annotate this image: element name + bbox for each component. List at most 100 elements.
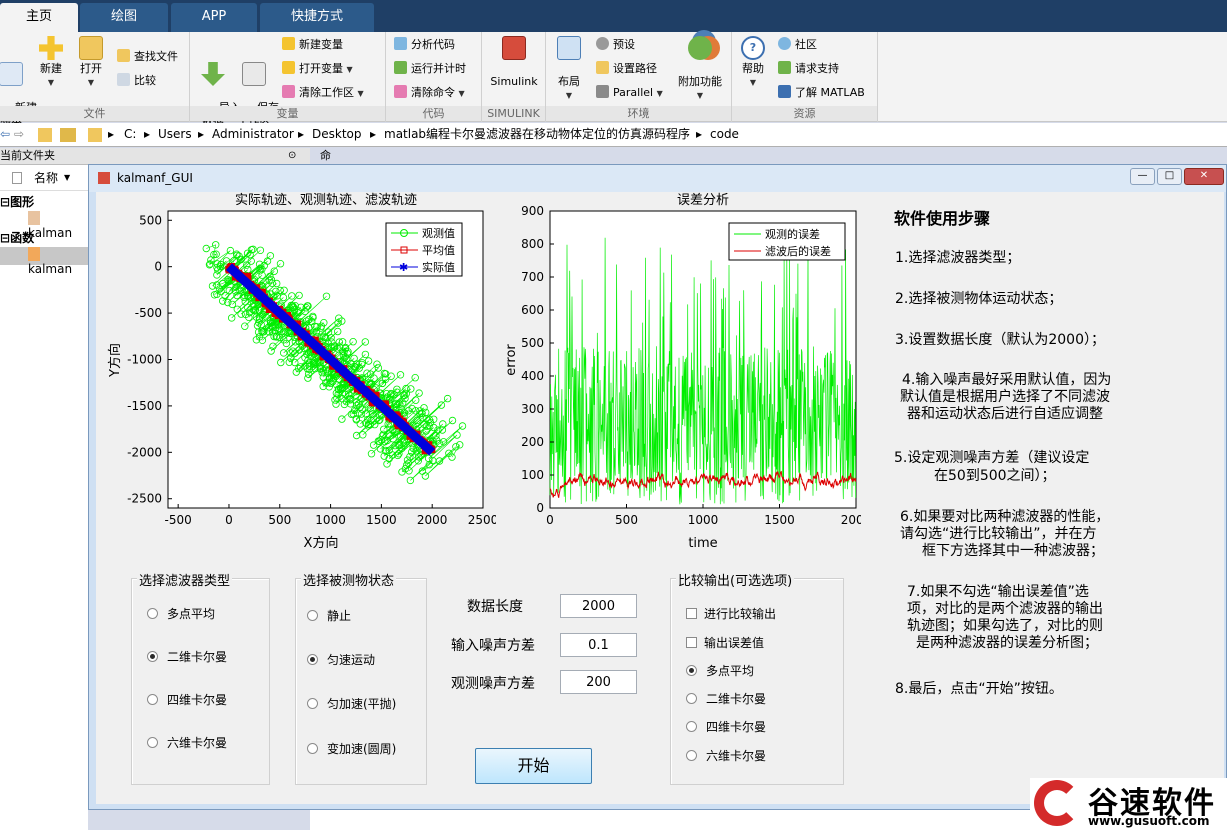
up-folder-icon[interactable] bbox=[38, 128, 52, 142]
community-button[interactable]: 社区 bbox=[778, 36, 817, 54]
open-button[interactable]: 打开 ▼ bbox=[76, 36, 106, 89]
radio-compare-2d-kalman[interactable]: 二维卡尔曼 bbox=[686, 691, 766, 707]
chevron-down-icon[interactable]: ▼ bbox=[64, 165, 70, 191]
radio-compare-multipoint[interactable]: 多点平均 bbox=[686, 663, 754, 679]
collapse-icon[interactable]: ⊟ bbox=[0, 195, 10, 209]
y-tick-label: 300 bbox=[521, 402, 544, 416]
radio-filter-4d-kalman[interactable]: 四维卡尔曼 bbox=[147, 692, 227, 708]
new-variable-button[interactable]: 新建变量 bbox=[282, 36, 343, 54]
help-step-7-line-1: 7.如果不勾选“输出误差值”选 bbox=[907, 584, 1089, 600]
file-item-selected[interactable]: kalman bbox=[0, 247, 88, 276]
path-segment[interactable]: Users bbox=[158, 123, 192, 146]
section-functions[interactable]: ⊟函数 bbox=[0, 229, 34, 246]
radio-filter-6d-kalman[interactable]: 六维卡尔曼 bbox=[147, 735, 227, 751]
checkbox-box[interactable] bbox=[686, 637, 697, 648]
simulink-button[interactable]: Simulink bbox=[490, 36, 538, 88]
radio-dot[interactable] bbox=[307, 654, 318, 665]
eraser-icon bbox=[282, 85, 295, 98]
ribbon-group-resources: ? 帮助 ▼ 社区 请求支持 了解 MATLAB 资源 bbox=[732, 32, 878, 122]
radio-motion-circular[interactable]: 变加速(圆周) bbox=[307, 741, 396, 757]
current-folder-title: 当前文件夹 bbox=[0, 149, 55, 162]
compare-label: 比较 bbox=[134, 74, 156, 87]
add-ons-button[interactable]: 附加功能 ▼ bbox=[674, 36, 726, 102]
checkbox-compare-output[interactable]: 进行比较输出 bbox=[686, 606, 776, 622]
obs-noise-input[interactable] bbox=[560, 670, 637, 694]
radio-dot[interactable] bbox=[147, 608, 158, 619]
back-arrow-icon[interactable]: ⇦ bbox=[0, 123, 10, 146]
forward-arrow-icon[interactable]: ⇨ bbox=[14, 123, 24, 146]
clear-workspace-button[interactable]: 清除工作区 ▼ bbox=[282, 84, 364, 102]
data-length-input[interactable] bbox=[560, 594, 637, 618]
tab-plots[interactable]: 绘图 bbox=[80, 3, 168, 32]
clear-commands-button[interactable]: 清除命令 ▼ bbox=[394, 84, 465, 102]
tab-shortcuts[interactable]: 快捷方式 bbox=[260, 3, 374, 32]
motion-state-title: 选择被测物状态 bbox=[301, 570, 397, 589]
radio-filter-2d-kalman[interactable]: 二维卡尔曼 bbox=[147, 649, 227, 665]
legend-observed-error: 观测的误差 bbox=[765, 227, 820, 241]
checkbox-box[interactable] bbox=[686, 608, 697, 619]
input-noise-input[interactable] bbox=[560, 633, 637, 657]
preferences-button[interactable]: 预设 bbox=[596, 36, 635, 54]
column-name[interactable]: 名称 bbox=[34, 165, 58, 191]
minimize-button[interactable]: — bbox=[1130, 168, 1155, 185]
maximize-button[interactable]: □ bbox=[1157, 168, 1182, 185]
find-files-button[interactable]: 查找文件 bbox=[117, 48, 178, 66]
radio-motion-static[interactable]: 静止 bbox=[307, 608, 351, 624]
parallel-button[interactable]: Parallel ▼ bbox=[596, 84, 663, 102]
radio-label: 六维卡尔曼 bbox=[706, 749, 767, 763]
radio-dot[interactable] bbox=[307, 743, 318, 754]
compare-icon bbox=[117, 73, 130, 86]
file-item[interactable]: kalman bbox=[28, 211, 88, 240]
radio-dot[interactable] bbox=[147, 651, 158, 662]
browse-folder-icon[interactable] bbox=[60, 128, 76, 142]
radio-dot[interactable] bbox=[307, 698, 318, 709]
radio-dot[interactable] bbox=[147, 737, 158, 748]
radio-label: 六维卡尔曼 bbox=[167, 736, 228, 750]
path-segment[interactable]: C: bbox=[124, 123, 136, 146]
request-support-button[interactable]: 请求支持 bbox=[778, 60, 839, 78]
radio-compare-6d-kalman[interactable]: 六维卡尔曼 bbox=[686, 748, 766, 764]
radio-dot[interactable] bbox=[686, 750, 697, 761]
ribbon-group-environment: 布局 ▼ 预设 设置路径 Parallel ▼ 附加功能 ▼ 环境 bbox=[546, 32, 732, 122]
start-button[interactable]: 开始 bbox=[475, 748, 592, 784]
panel-menu-icon[interactable]: ⊙ bbox=[288, 148, 296, 164]
path-segment[interactable]: Desktop bbox=[312, 123, 362, 146]
radio-motion-uniform[interactable]: 匀速运动 bbox=[307, 652, 375, 668]
find-files-icon bbox=[117, 49, 130, 62]
tab-home[interactable]: 主页 bbox=[0, 3, 78, 32]
section-figures[interactable]: ⊟图形 bbox=[0, 193, 34, 210]
path-separator: ▸ bbox=[696, 127, 703, 141]
radio-compare-4d-kalman[interactable]: 四维卡尔曼 bbox=[686, 719, 766, 735]
help-button[interactable]: ? 帮助 ▼ bbox=[738, 36, 768, 89]
radio-dot[interactable] bbox=[307, 610, 318, 621]
run-and-time-button[interactable]: 运行并计时 bbox=[394, 60, 466, 78]
close-button[interactable]: ✕ bbox=[1184, 168, 1224, 185]
compare-button[interactable]: 比较 bbox=[117, 72, 156, 90]
filter-type-title: 选择滤波器类型 bbox=[137, 570, 233, 589]
layout-button[interactable]: 布局 ▼ bbox=[554, 36, 584, 102]
open-variable-button[interactable]: 打开变量 ▼ bbox=[282, 60, 353, 78]
set-path-button[interactable]: 设置路径 bbox=[596, 60, 657, 78]
learn-matlab-button[interactable]: 了解 MATLAB bbox=[778, 84, 865, 102]
path-segment[interactable]: Administrator bbox=[212, 123, 294, 146]
radio-dot[interactable] bbox=[686, 693, 697, 704]
radio-motion-accel[interactable]: 匀加速(平抛) bbox=[307, 696, 396, 712]
radio-dot[interactable] bbox=[686, 665, 697, 676]
radio-dot[interactable] bbox=[147, 694, 158, 705]
analyze-code-button[interactable]: 分析代码 bbox=[394, 36, 455, 54]
radio-filter-multipoint[interactable]: 多点平均 bbox=[147, 606, 215, 622]
tab-apps[interactable]: APP bbox=[171, 3, 257, 32]
community-icon bbox=[778, 37, 791, 50]
checkbox-output-error[interactable]: 输出误差值 bbox=[686, 635, 764, 651]
group-label-file: 文件 bbox=[0, 106, 189, 121]
gear-icon bbox=[596, 37, 609, 50]
path-segment[interactable]: code bbox=[710, 123, 739, 146]
radio-dot[interactable] bbox=[686, 721, 697, 732]
radio-label: 变加速(圆周) bbox=[327, 742, 397, 756]
chevron-down-icon: ▼ bbox=[656, 89, 663, 98]
path-separator: ▸ bbox=[144, 127, 151, 141]
collapse-icon[interactable]: ⊟ bbox=[0, 231, 10, 245]
path-segment[interactable]: matlab编程卡尔曼滤波器在移动物体定位的仿真源码程序 bbox=[384, 123, 690, 146]
path-separator: ▸ bbox=[370, 127, 377, 141]
new-button[interactable]: 新建 ▼ bbox=[36, 36, 66, 89]
